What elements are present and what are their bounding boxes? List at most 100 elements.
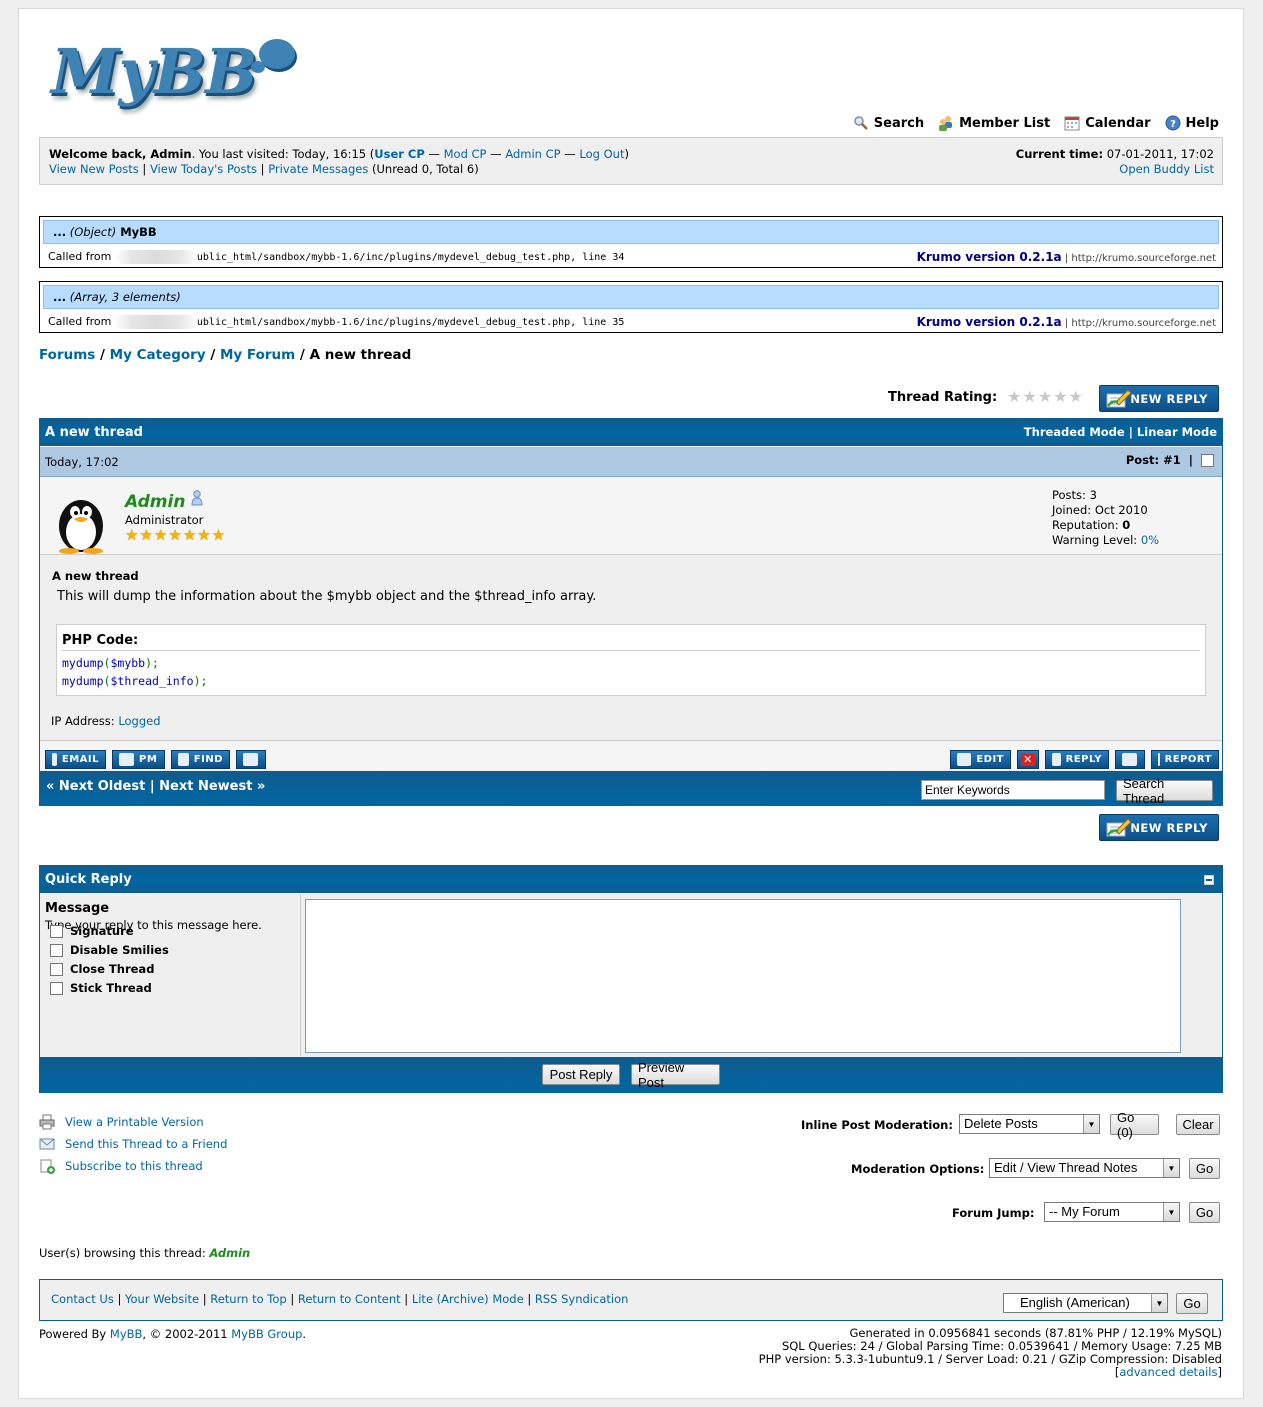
admin-cp-link[interactable]: Admin CP: [505, 147, 560, 161]
post-select-checkbox[interactable]: [1201, 453, 1214, 467]
multiquote-button[interactable]: [1115, 750, 1145, 769]
option-signature[interactable]: Signature: [50, 922, 169, 941]
krumo-site[interactable]: | http://krumo.sourceforge.net: [1062, 253, 1216, 264]
krumo-header[interactable]: ... (Object) MyBB: [43, 220, 1219, 244]
moderation-options-go-button[interactable]: Go: [1189, 1158, 1220, 1179]
krumo-version-label[interactable]: Krumo version 0.2.1a: [917, 315, 1062, 329]
reputation-value[interactable]: 0: [1122, 518, 1130, 532]
inline-moderation-go-button[interactable]: Go (0): [1110, 1110, 1159, 1140]
option-close-thread[interactable]: Close Thread: [50, 960, 169, 979]
quick-reply-header: Quick Reply: [40, 866, 1222, 893]
threaded-mode-link[interactable]: Threaded Mode: [1024, 425, 1125, 439]
close-thread-checkbox[interactable]: [50, 963, 63, 976]
user-star-icon: ★: [153, 526, 168, 544]
close-paren: ): [624, 147, 629, 161]
email-button[interactable]: EMAIL: [45, 750, 106, 769]
separator: |: [1124, 425, 1137, 439]
inline-moderation-select[interactable]: Delete Posts ▼: [959, 1114, 1100, 1134]
printable-version-link[interactable]: View a Printable Version: [65, 1111, 204, 1133]
user-cp-link[interactable]: User CP: [374, 147, 425, 161]
advanced-details-link[interactable]: advanced details: [1119, 1365, 1217, 1379]
menu-calendar[interactable]: Calendar: [1064, 115, 1151, 131]
warning-level-link[interactable]: 0%: [1141, 533, 1159, 547]
linear-mode-link[interactable]: Linear Mode: [1137, 425, 1217, 439]
language-select[interactable]: English (American) ▼: [1003, 1293, 1168, 1313]
mod-cp-link[interactable]: Mod CP: [444, 147, 487, 161]
new-reply-button[interactable]: NEW REPLY: [1099, 385, 1219, 412]
rating-star-icon[interactable]: ★: [1053, 389, 1067, 405]
moderation-options-select[interactable]: Edit / View Thread Notes ▼: [989, 1158, 1180, 1178]
edit-button[interactable]: EDIT: [950, 750, 1011, 769]
menu-help[interactable]: ? Help: [1165, 115, 1219, 131]
keywords-input[interactable]: Enter Keywords: [921, 780, 1105, 800]
subscribe-link[interactable]: Subscribe to this thread: [65, 1155, 203, 1177]
return-to-top-link[interactable]: Return to Top: [210, 1292, 286, 1306]
lite-mode-link[interactable]: Lite (Archive) Mode: [412, 1292, 524, 1306]
browsing-user-link[interactable]: Admin: [209, 1246, 250, 1260]
new-reply-button[interactable]: NEW REPLY: [1099, 814, 1219, 841]
breadcrumb-forum[interactable]: My Forum: [220, 347, 295, 363]
collapse-icon[interactable]: [1204, 875, 1214, 885]
menu-member-list[interactable]: Member List: [938, 115, 1050, 131]
pm-button[interactable]: PM: [112, 750, 165, 769]
clear-button[interactable]: Clear: [1176, 1114, 1220, 1135]
breadcrumb-category[interactable]: My Category: [110, 347, 206, 363]
forum-jump-go-button[interactable]: Go: [1189, 1202, 1220, 1223]
copyright: , © 2002-2011: [142, 1327, 232, 1341]
rating-star-icon[interactable]: ★: [1023, 389, 1037, 405]
rating-stars[interactable]: ★ ★ ★ ★ ★: [1007, 389, 1083, 405]
menu-search[interactable]: Search: [853, 115, 924, 131]
delete-button[interactable]: ✕: [1017, 750, 1039, 769]
mybb-group-link[interactable]: MyBB Group: [231, 1327, 302, 1341]
view-todays-posts-link[interactable]: View Today's Posts: [150, 162, 257, 176]
subscribe-icon: [40, 1159, 55, 1174]
rating-star-icon[interactable]: ★: [1038, 389, 1052, 405]
preview-post-button[interactable]: Preview Post: [631, 1060, 720, 1090]
signature-checkbox[interactable]: [50, 925, 63, 938]
return-to-content-link[interactable]: Return to Content: [298, 1292, 401, 1306]
forum-jump-select[interactable]: -- My Forum ▼: [1044, 1202, 1180, 1222]
post-number-link[interactable]: Post: #1: [1126, 453, 1181, 467]
add-buddy-button[interactable]: [236, 750, 266, 769]
avatar[interactable]: [49, 490, 113, 554]
breadcrumb-forums[interactable]: Forums: [39, 347, 95, 363]
rss-syndication-link[interactable]: RSS Syndication: [535, 1292, 629, 1306]
contact-us-link[interactable]: Contact Us: [51, 1292, 114, 1306]
mybb-link[interactable]: MyBB: [110, 1327, 143, 1341]
post-reply-button[interactable]: Post Reply: [542, 1064, 620, 1085]
author-name-link[interactable]: Admin: [125, 490, 203, 512]
mybb-logo[interactable]: MyBB: [47, 35, 307, 115]
stick-thread-checkbox[interactable]: [50, 982, 63, 995]
buddy-list-link[interactable]: Open Buddy List: [1119, 162, 1214, 176]
posts-label: Posts:: [1052, 488, 1090, 502]
subscribe-row[interactable]: Subscribe to this thread: [39, 1155, 227, 1177]
logout-link[interactable]: Log Out: [579, 147, 624, 161]
rating-star-icon[interactable]: ★: [1007, 389, 1021, 405]
option-disable-smilies[interactable]: Disable Smilies: [50, 941, 169, 960]
message-textarea[interactable]: [305, 899, 1181, 1053]
language-go-button[interactable]: Go: [1176, 1293, 1208, 1314]
disable-smilies-checkbox[interactable]: [50, 944, 63, 957]
krumo-header[interactable]: ... (Array, 3 elements): [43, 285, 1219, 309]
view-new-posts-link[interactable]: View New Posts: [49, 162, 139, 176]
krumo-version-label[interactable]: Krumo version 0.2.1a: [917, 250, 1062, 264]
search-thread-button[interactable]: Search Thread: [1116, 776, 1213, 806]
next-newest-link[interactable]: Next Newest »: [159, 779, 265, 794]
printable-row[interactable]: View a Printable Version: [39, 1111, 227, 1133]
reply-button[interactable]: REPLY: [1045, 750, 1109, 769]
user-star-icon: ★: [139, 526, 153, 544]
next-oldest-link[interactable]: « Next Oldest: [46, 779, 145, 794]
private-messages-link[interactable]: Private Messages: [268, 162, 368, 176]
report-label: REPORT: [1164, 754, 1212, 765]
quick-reply-footer: Post Reply Preview Post: [40, 1057, 1222, 1093]
rating-star-icon[interactable]: ★: [1069, 389, 1083, 405]
find-button[interactable]: FIND: [171, 750, 230, 769]
option-stick-thread[interactable]: Stick Thread: [50, 979, 169, 998]
bracket: ]: [1217, 1365, 1223, 1379]
report-button[interactable]: REPORT: [1151, 750, 1219, 769]
send-friend-row[interactable]: Send this Thread to a Friend: [39, 1133, 227, 1155]
your-website-link[interactable]: Your Website: [125, 1292, 199, 1306]
krumo-site[interactable]: | http://krumo.sourceforge.net: [1062, 318, 1216, 329]
send-to-friend-link[interactable]: Send this Thread to a Friend: [65, 1133, 227, 1155]
ip-logged-link[interactable]: Logged: [118, 714, 160, 728]
